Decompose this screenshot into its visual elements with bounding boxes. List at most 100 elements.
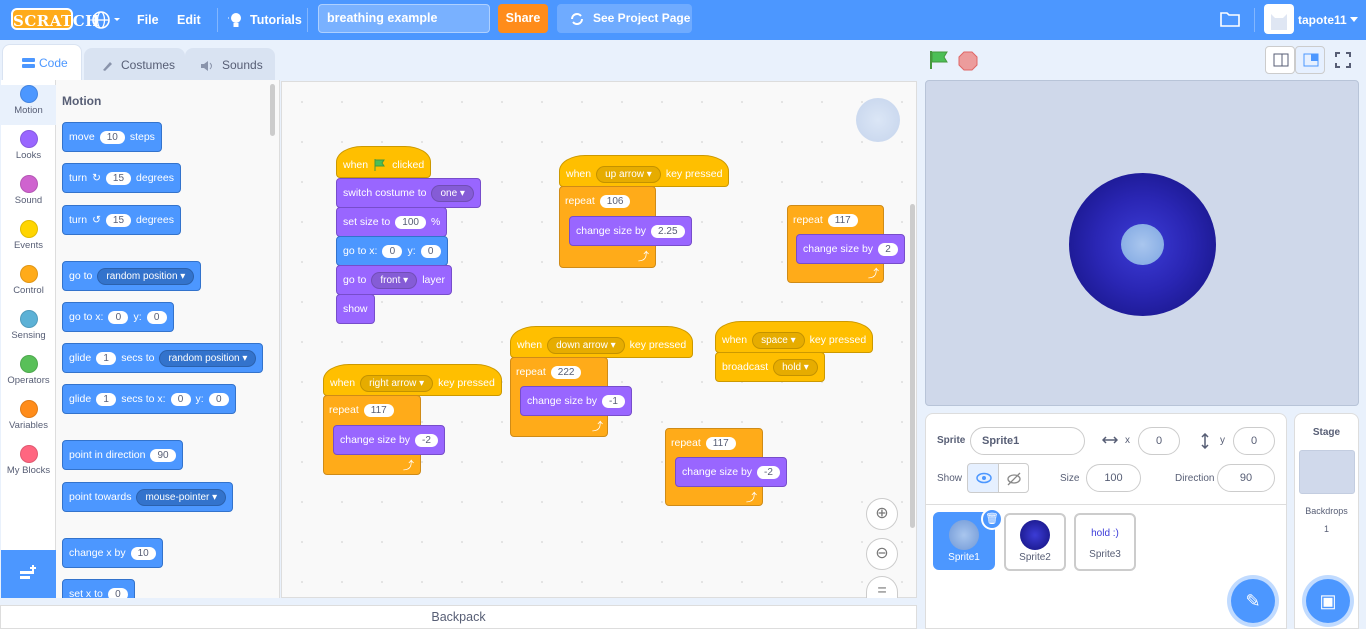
block-go-to-xy[interactable]: go to x: 0 y: 0 — [62, 302, 174, 332]
block-change-size[interactable]: change size by -2 — [675, 457, 787, 487]
block-when-key-pressed[interactable]: whenright arrowkey pressed — [323, 364, 502, 396]
trash-icon: 🗑 — [985, 513, 999, 525]
file-menu[interactable]: File — [137, 0, 159, 40]
sprite-label: Sprite — [937, 435, 966, 446]
category-label: Control — [13, 285, 44, 296]
normal-stage-icon — [1303, 53, 1319, 67]
x-input[interactable]: 0 — [1138, 427, 1180, 455]
my-stuff-button[interactable] — [1220, 10, 1240, 31]
show-visible-button[interactable] — [967, 463, 999, 493]
block-point-towards[interactable]: point towards mouse-pointer — [62, 482, 234, 512]
backdrop-thumbnail[interactable] — [1298, 450, 1355, 494]
add-backdrop-button[interactable]: ▣ — [1306, 579, 1350, 623]
category-color-dot-icon — [19, 445, 38, 463]
category-operators[interactable]: Operators — [1, 355, 56, 395]
show-hidden-button[interactable] — [998, 463, 1029, 493]
avatar[interactable] — [1264, 4, 1294, 34]
username[interactable]: tapote11 — [1298, 0, 1347, 40]
zoom-reset-button[interactable]: = — [866, 576, 898, 599]
block-show[interactable]: show — [336, 294, 375, 324]
category-control[interactable]: Control — [1, 265, 56, 305]
workspace-scrollbar[interactable] — [910, 204, 915, 528]
block-go-to-xy[interactable]: go to x: 0 y: 0 — [336, 236, 448, 266]
stage-canvas[interactable] — [925, 80, 1359, 406]
repeat-header: repeat 222 — [510, 357, 587, 387]
language-menu[interactable] — [91, 9, 123, 31]
block-change-size[interactable]: change size by 2 — [796, 234, 906, 264]
small-stage-button[interactable] — [1265, 46, 1295, 74]
block-change-size[interactable]: change size by -2 — [333, 425, 445, 455]
normal-stage-button[interactable] — [1295, 46, 1325, 74]
add-extension-button[interactable] — [1, 550, 56, 598]
remix-arrows-icon — [571, 13, 583, 25]
edit-menu[interactable]: Edit — [177, 0, 201, 40]
block-set-size[interactable]: set size to 100% — [336, 207, 448, 237]
project-title-input[interactable]: breathing example — [318, 4, 490, 33]
backpack[interactable]: Backpack — [0, 605, 917, 629]
fullscreen-button[interactable] — [1335, 52, 1351, 71]
globe-icon — [92, 11, 120, 29]
zoom-in-button[interactable]: ⊕ — [866, 498, 898, 530]
sprite-thumb-sprite2[interactable]: Sprite2 — [1004, 513, 1066, 571]
category-my-blocks[interactable]: My Blocks — [1, 445, 56, 485]
scratch-logo[interactable]: SCRATCH — [11, 8, 99, 30]
stop-button[interactable] — [958, 51, 978, 74]
tab-costumes[interactable]: Costumes — [84, 48, 185, 80]
category-looks[interactable]: Looks — [1, 130, 56, 170]
block-when-key-pressed[interactable]: whenspacekey pressed — [715, 321, 874, 353]
y-label: y — [1220, 435, 1225, 446]
sprite-thumb-sprite3[interactable]: hold :) Sprite3 — [1074, 513, 1136, 571]
add-sprite-button[interactable]: ✎ — [1231, 579, 1275, 623]
turn-right-icon: ↻ — [92, 172, 101, 184]
category-sound[interactable]: Sound — [1, 175, 56, 215]
share-button[interactable]: Share — [498, 4, 548, 33]
category-label: Sound — [14, 195, 43, 206]
repeat-header: repeat 117 — [665, 428, 742, 458]
block-turn-left[interactable]: turn ↺ 15 degrees — [62, 205, 181, 235]
category-sensing[interactable]: Sensing — [1, 310, 56, 350]
green-flag-button[interactable] — [928, 49, 950, 74]
green-flag-icon — [930, 51, 948, 69]
account-chevron-icon[interactable] — [1350, 17, 1358, 22]
block-go-to[interactable]: go to random position — [62, 261, 202, 291]
category-motion[interactable]: Motion — [1, 85, 56, 125]
block-glide-to[interactable]: glide 1 secs to random position — [62, 343, 264, 373]
direction-label: Direction — [1175, 473, 1215, 484]
block-go-to-layer[interactable]: go tofrontlayer — [336, 265, 452, 295]
block-turn-right[interactable]: turn ↻ 15 degrees — [62, 163, 181, 193]
size-input[interactable]: 100 — [1086, 464, 1141, 492]
x-label: x — [1125, 435, 1130, 446]
block-when-key-pressed[interactable]: whenup arrowkey pressed — [559, 155, 730, 187]
block-switch-costume[interactable]: switch costume to one — [336, 178, 481, 208]
block-point-in-direction[interactable]: point in direction 90 — [62, 440, 183, 470]
category-events[interactable]: Events — [1, 220, 56, 260]
sprite1-costume-icon — [949, 520, 979, 550]
block-when-key-pressed[interactable]: whendown arrowkey pressed — [510, 326, 694, 358]
script-workspace[interactable]: whenclicked switch costume toone set siz… — [281, 81, 917, 599]
tutorials-button[interactable]: Tutorials — [228, 0, 302, 40]
tab-sounds[interactable]: Sounds — [185, 48, 275, 80]
tab-code[interactable]: Code — [2, 44, 82, 81]
y-input[interactable]: 0 — [1233, 427, 1275, 455]
size-label: Size — [1060, 473, 1080, 484]
direction-input[interactable]: 90 — [1217, 464, 1275, 492]
small-stage-icon — [1273, 53, 1289, 67]
block-change-size[interactable]: change size by 2.25 — [569, 216, 692, 246]
block-glide-to-xy[interactable]: glide 1 secs to x: 0 y: 0 — [62, 384, 236, 414]
repeat-loop-arrow-icon: ⤴ — [403, 460, 414, 472]
delete-sprite-button[interactable]: 🗑 — [981, 508, 1003, 530]
category-variables[interactable]: Variables — [1, 400, 56, 440]
stage-selector[interactable]: Stage Backdrops 1 ▣ — [1294, 413, 1359, 629]
block-broadcast[interactable]: broadcast hold — [715, 352, 825, 382]
block-change-size[interactable]: change size by -1 — [520, 386, 632, 416]
sprite1-ball[interactable] — [1121, 224, 1164, 265]
block-when-flag-clicked[interactable]: when clicked — [336, 146, 432, 178]
see-project-page-button[interactable]: See Project Page — [557, 4, 692, 33]
zoom-out-button[interactable]: ⊖ — [866, 538, 898, 570]
block-move-steps[interactable]: move 10 steps — [62, 122, 162, 152]
palette-scrollbar[interactable] — [270, 84, 275, 136]
repeat-loop-arrow-icon: ⤴ — [592, 421, 603, 433]
block-change-x[interactable]: change x by 10 — [62, 538, 163, 568]
sprite-name-input[interactable]: Sprite1 — [970, 427, 1085, 455]
block-set-x[interactable]: set x to 0 — [62, 579, 135, 598]
